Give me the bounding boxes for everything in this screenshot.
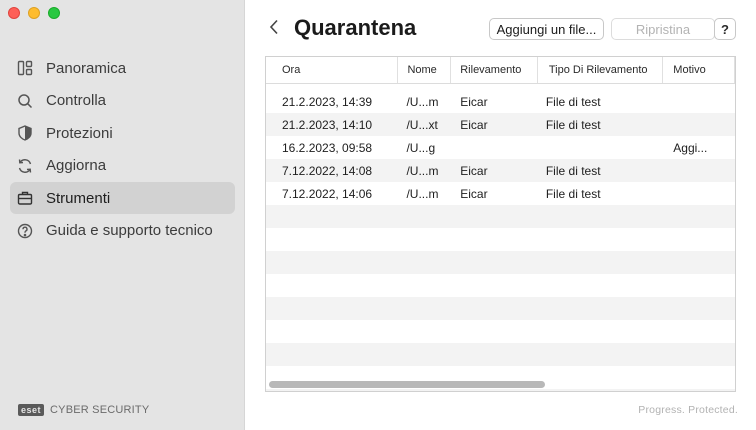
- shield-icon: [16, 124, 34, 142]
- cell-tipo: File di test: [545, 186, 601, 201]
- sidebar: Panoramica Controlla Protezioni Aggiorna: [0, 0, 245, 430]
- tagline: Progress. Protected.: [638, 404, 738, 416]
- table-header: Ora Nome Rilevamento Tipo Di Rilevamento…: [266, 57, 735, 84]
- cell-ora: 21.2.2023, 14:10: [282, 117, 373, 132]
- sidebar-item-label: Strumenti: [46, 189, 111, 207]
- cell-nome: /U...xt: [406, 117, 438, 132]
- table-row[interactable]: 21.2.2023, 14:39 /U...m Eicar File di te…: [266, 90, 735, 113]
- cell-tipo: File di test: [545, 94, 601, 109]
- sidebar-item-guida[interactable]: Guida e supporto tecnico: [10, 215, 235, 247]
- empty-row: [266, 343, 735, 366]
- sidebar-item-controlla[interactable]: Controlla: [10, 85, 235, 117]
- sidebar-item-label: Guida e supporto tecnico: [46, 222, 213, 239]
- sidebar-nav: Panoramica Controlla Protezioni Aggiorna: [10, 52, 235, 247]
- cell-ora: 7.12.2022, 14:08: [282, 163, 373, 178]
- table-row[interactable]: 16.2.2023, 09:58 /U...g Aggi...: [266, 136, 735, 159]
- sidebar-item-label: Panoramica: [46, 59, 127, 77]
- back-button[interactable]: [267, 19, 281, 39]
- cell-ora: 7.12.2022, 14:06: [282, 186, 373, 201]
- horizontal-scrollbar[interactable]: [269, 381, 545, 388]
- main-panel: Quarantena Aggiungi un file... Ripristin…: [245, 0, 756, 430]
- dashboard-icon: [16, 59, 34, 77]
- search-icon: [16, 92, 34, 110]
- sidebar-item-label: Protezioni: [46, 124, 113, 142]
- page-title: Quarantena: [294, 15, 417, 40]
- sidebar-item-protezioni[interactable]: Protezioni: [10, 117, 235, 149]
- brand-text: CYBER SECURITY: [50, 404, 150, 416]
- cell-rilevamento: Eicar: [460, 94, 488, 109]
- table-row[interactable]: 7.12.2022, 14:06 /U...m Eicar File di te…: [266, 182, 735, 205]
- table-row[interactable]: 21.2.2023, 14:10 /U...xt Eicar File di t…: [266, 113, 735, 136]
- window-controls: [8, 7, 60, 19]
- cell-tipo: File di test: [545, 163, 601, 178]
- help-button[interactable]: ?: [714, 18, 736, 40]
- cell-rilevamento: Eicar: [460, 117, 488, 132]
- empty-row: [266, 320, 735, 343]
- column-header-tipo[interactable]: Tipo Di Rilevamento: [538, 57, 664, 83]
- cell-ora: 21.2.2023, 14:39: [282, 94, 373, 109]
- empty-row: [266, 205, 735, 228]
- minimize-window-button[interactable]: [28, 7, 40, 19]
- table-body: 21.2.2023, 14:39 /U...m Eicar File di te…: [266, 84, 735, 391]
- cell-rilevamento: Eicar: [460, 163, 488, 178]
- brand: eset CYBER SECURITY: [18, 404, 149, 416]
- empty-row: [266, 251, 735, 274]
- close-window-button[interactable]: [8, 7, 20, 19]
- sidebar-item-aggiorna[interactable]: Aggiorna: [10, 150, 235, 182]
- cell-motivo: Aggi...: [673, 140, 708, 155]
- column-header-ora[interactable]: Ora: [266, 57, 399, 83]
- empty-row: [266, 228, 735, 251]
- add-file-button[interactable]: Aggiungi un file...: [489, 18, 604, 40]
- eset-logo: eset: [18, 404, 45, 416]
- cell-tipo: File di test: [545, 117, 601, 132]
- zoom-window-button[interactable]: [48, 7, 60, 19]
- cell-nome: /U...g: [406, 140, 436, 155]
- chevron-left-icon: [269, 19, 279, 40]
- cell-ora: 16.2.2023, 09:58: [282, 140, 373, 155]
- empty-row: [266, 389, 735, 391]
- quarantine-table: Ora Nome Rilevamento Tipo Di Rilevamento…: [265, 56, 736, 392]
- briefcase-icon: [16, 189, 34, 207]
- app-window: Panoramica Controlla Protezioni Aggiorna: [0, 0, 756, 430]
- cell-nome: /U...m: [406, 94, 439, 109]
- sidebar-item-label: Aggiorna: [46, 157, 107, 174]
- help-icon: [16, 222, 34, 240]
- empty-row: [266, 274, 735, 297]
- sidebar-item-strumenti[interactable]: Strumenti: [10, 182, 235, 214]
- cell-nome: /U...m: [406, 163, 439, 178]
- table-row[interactable]: 7.12.2022, 14:08 /U...m Eicar File di te…: [266, 159, 735, 182]
- cell-rilevamento: Eicar: [460, 186, 488, 201]
- column-header-motivo[interactable]: Motivo: [663, 57, 735, 83]
- column-header-nome[interactable]: Nome: [398, 57, 452, 83]
- empty-row: [266, 297, 735, 320]
- sidebar-item-label: Controlla: [46, 92, 107, 109]
- cell-nome: /U...m: [406, 186, 439, 201]
- column-header-rilevamento[interactable]: Rilevamento: [451, 57, 538, 83]
- sidebar-item-panoramica[interactable]: Panoramica: [10, 52, 235, 84]
- restore-button[interactable]: Ripristina: [611, 18, 715, 40]
- refresh-icon: [16, 157, 34, 175]
